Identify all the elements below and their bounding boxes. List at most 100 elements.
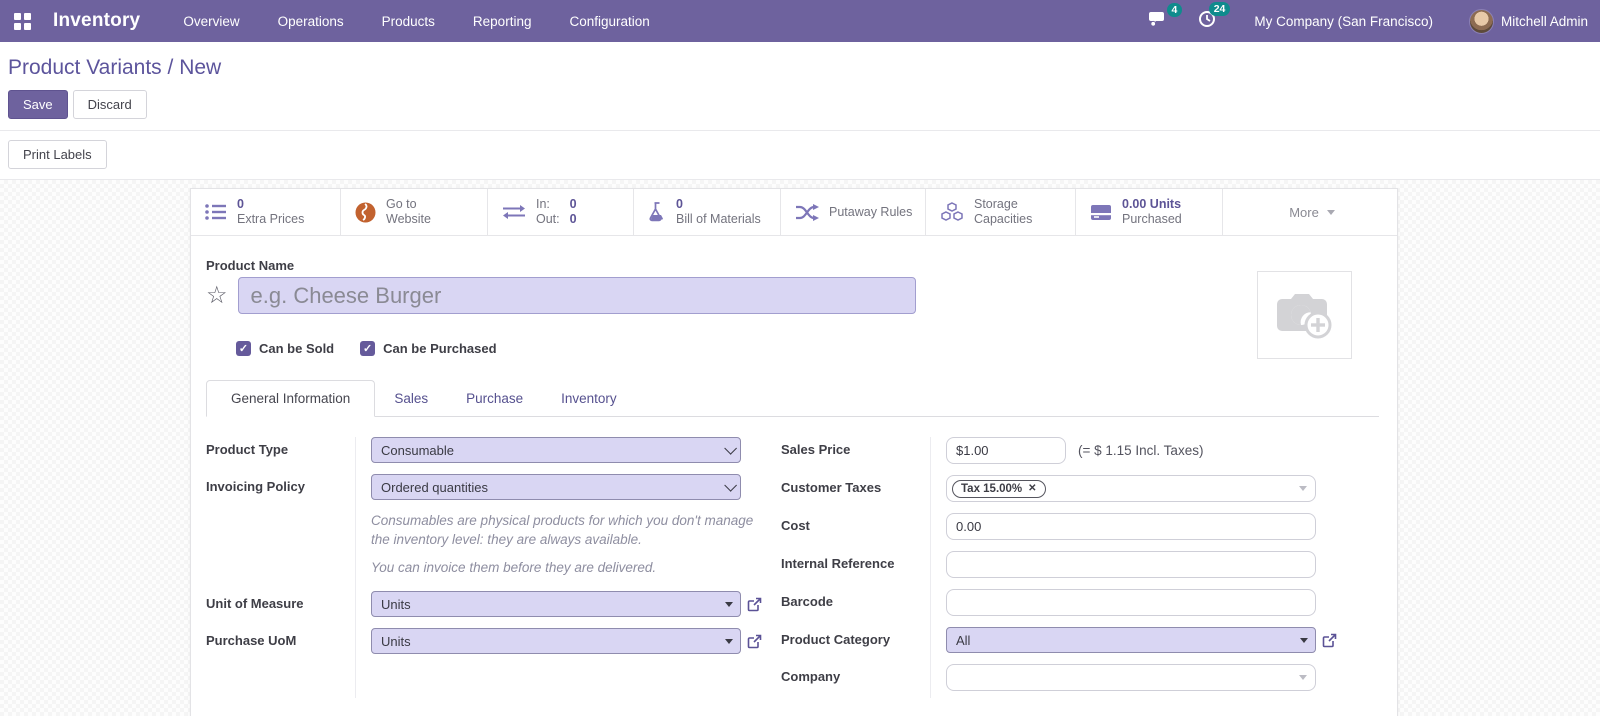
invoicing-policy-select[interactable]: Ordered quantities — [371, 474, 741, 500]
uom-row: Unit of Measure Units — [206, 591, 781, 617]
activities-button[interactable]: 24 — [1188, 1, 1231, 39]
left-field-group: Product Type Consumable Invoicing Policy… — [206, 437, 781, 702]
menu-overview[interactable]: Overview — [168, 4, 254, 39]
product-name-row: ☆ — [206, 277, 1379, 314]
putaway-rules-button[interactable]: Putaway Rules — [781, 189, 926, 235]
out-value: 0 — [569, 212, 577, 226]
uom-select[interactable]: Units — [371, 591, 741, 617]
help-line-2: You can invoice them before they are del… — [371, 560, 657, 575]
uom-label: Unit of Measure — [206, 596, 304, 611]
general-information-panel: Product Type Consumable Invoicing Policy… — [206, 417, 1379, 702]
company-switcher[interactable]: My Company (San Francisco) — [1254, 14, 1433, 29]
remove-tag-icon[interactable]: ✕ — [1028, 483, 1036, 494]
product-type-select[interactable]: Consumable — [371, 437, 741, 463]
messages-button[interactable]: 4 — [1138, 2, 1183, 38]
product-category-label: Product Category — [781, 632, 891, 647]
invoicing-policy-value: Ordered quantities — [381, 479, 488, 495]
checkbox-checked-icon: ✓ — [360, 341, 376, 356]
more-button[interactable]: More — [1223, 189, 1397, 235]
sheet-body: Product Name ☆ ✓ Can be Sold — [191, 236, 1397, 702]
favorite-star-icon[interactable]: ☆ — [206, 283, 228, 308]
product-name-label: Product Name — [206, 258, 295, 273]
can-be-purchased-label: Can be Purchased — [383, 341, 497, 356]
breadcrumb-current: New — [179, 56, 222, 79]
putaway-label: Putaway Rules — [829, 204, 913, 219]
tax-tag-label: Tax 15.00% — [961, 482, 1023, 495]
tax-tag: Tax 15.00% ✕ — [952, 479, 1046, 498]
control-panel: Product Variants / New Save Discard — [0, 42, 1600, 130]
tab-inventory[interactable]: Inventory — [542, 381, 636, 416]
flask-icon — [648, 202, 666, 222]
cost-label: Cost — [781, 518, 810, 533]
caret-down-icon — [1299, 675, 1307, 680]
storage-line1: Storage — [974, 197, 1018, 211]
discard-button[interactable]: Discard — [72, 90, 147, 119]
right-field-group: Sales Price (= $ 1.15 Incl. Taxes) Custo… — [781, 437, 1379, 702]
barcode-row: Barcode — [781, 589, 1379, 616]
storage-line2: Capacities — [974, 212, 1033, 226]
apps-menu-icon[interactable] — [14, 12, 31, 30]
internal-reference-input[interactable] — [946, 551, 1316, 578]
purchase-uom-value: Units — [381, 633, 411, 649]
globe-icon — [355, 202, 376, 223]
purchase-uom-external-link-icon[interactable] — [747, 634, 762, 649]
purchase-uom-select[interactable]: Units — [371, 628, 741, 654]
cost-input[interactable] — [946, 513, 1316, 540]
product-category-select[interactable]: All — [946, 627, 1316, 653]
purchased-button[interactable]: 0.00 Units Purchased — [1076, 189, 1223, 235]
menu-products[interactable]: Products — [367, 4, 450, 39]
menu-operations[interactable]: Operations — [263, 4, 359, 39]
bill-of-materials-button[interactable]: 0 Bill of Materials — [634, 189, 781, 235]
caret-down-icon — [1299, 486, 1307, 491]
breadcrumb-parent[interactable]: Product Variants — [8, 56, 162, 79]
caret-down-icon — [725, 601, 733, 607]
company-select[interactable] — [946, 664, 1316, 691]
invoicing-policy-row: Invoicing Policy Ordered quantities — [206, 474, 781, 500]
product-type-label: Product Type — [206, 442, 289, 457]
product-category-row: Product Category All — [781, 627, 1379, 653]
can-be-purchased-checkbox[interactable]: ✓ Can be Purchased — [360, 341, 497, 356]
product-name-input[interactable] — [237, 277, 916, 314]
in-out-button[interactable]: In: 0 Out: 0 — [488, 189, 634, 235]
purchased-label: Purchased — [1122, 212, 1182, 226]
tab-purchase[interactable]: Purchase — [447, 381, 542, 416]
tab-sales[interactable]: Sales — [375, 381, 447, 416]
user-menu[interactable]: Mitchell Admin — [1468, 8, 1588, 34]
save-button[interactable]: Save — [8, 90, 68, 119]
chevron-down-icon — [724, 441, 737, 455]
storage-capacities-button[interactable]: Storage Capacities — [926, 189, 1076, 235]
company-row: Company — [781, 664, 1379, 691]
menu-configuration[interactable]: Configuration — [554, 4, 664, 39]
form-background: 0 Extra Prices Go to Website In: 0 Out: 0 — [0, 180, 1600, 716]
uom-value: Units — [381, 596, 411, 612]
bom-label: Bill of Materials — [676, 212, 761, 226]
cost-row: Cost — [781, 513, 1379, 540]
action-button-row: Print Labels — [0, 131, 1600, 180]
chevron-down-icon — [1326, 209, 1335, 215]
go-to-website-button[interactable]: Go to Website — [341, 189, 488, 235]
breadcrumb: Product Variants / New — [8, 52, 1592, 90]
caret-down-icon — [1300, 637, 1308, 643]
extra-prices-button[interactable]: 0 Extra Prices — [191, 189, 341, 235]
app-title[interactable]: Inventory — [53, 10, 140, 32]
menu-reporting[interactable]: Reporting — [458, 4, 547, 39]
customer-taxes-field[interactable]: Tax 15.00% ✕ — [946, 475, 1316, 502]
can-be-sold-checkbox[interactable]: ✓ Can be Sold — [236, 341, 334, 356]
tab-general-information[interactable]: General Information — [206, 380, 376, 417]
navbar-systray: 4 24 My Company (San Francisco) Mitchell… — [1138, 1, 1588, 39]
list-icon — [205, 203, 227, 221]
out-label: Out: — [536, 212, 560, 226]
notebook-tabs: General Information Sales Purchase Inven… — [206, 380, 1379, 417]
product-category-external-link-icon[interactable] — [1322, 633, 1337, 648]
product-type-row: Product Type Consumable — [206, 437, 781, 463]
uom-external-link-icon[interactable] — [747, 597, 762, 612]
chevron-down-icon — [724, 478, 737, 492]
print-labels-button[interactable]: Print Labels — [8, 140, 107, 169]
sales-price-label: Sales Price — [781, 442, 851, 457]
barcode-input[interactable] — [946, 589, 1316, 616]
user-avatar — [1468, 8, 1494, 34]
product-image-upload[interactable] — [1257, 271, 1352, 359]
chat-icon — [1148, 11, 1168, 32]
sales-price-input[interactable] — [946, 437, 1066, 464]
purchased-value: 0.00 Units — [1122, 197, 1182, 211]
